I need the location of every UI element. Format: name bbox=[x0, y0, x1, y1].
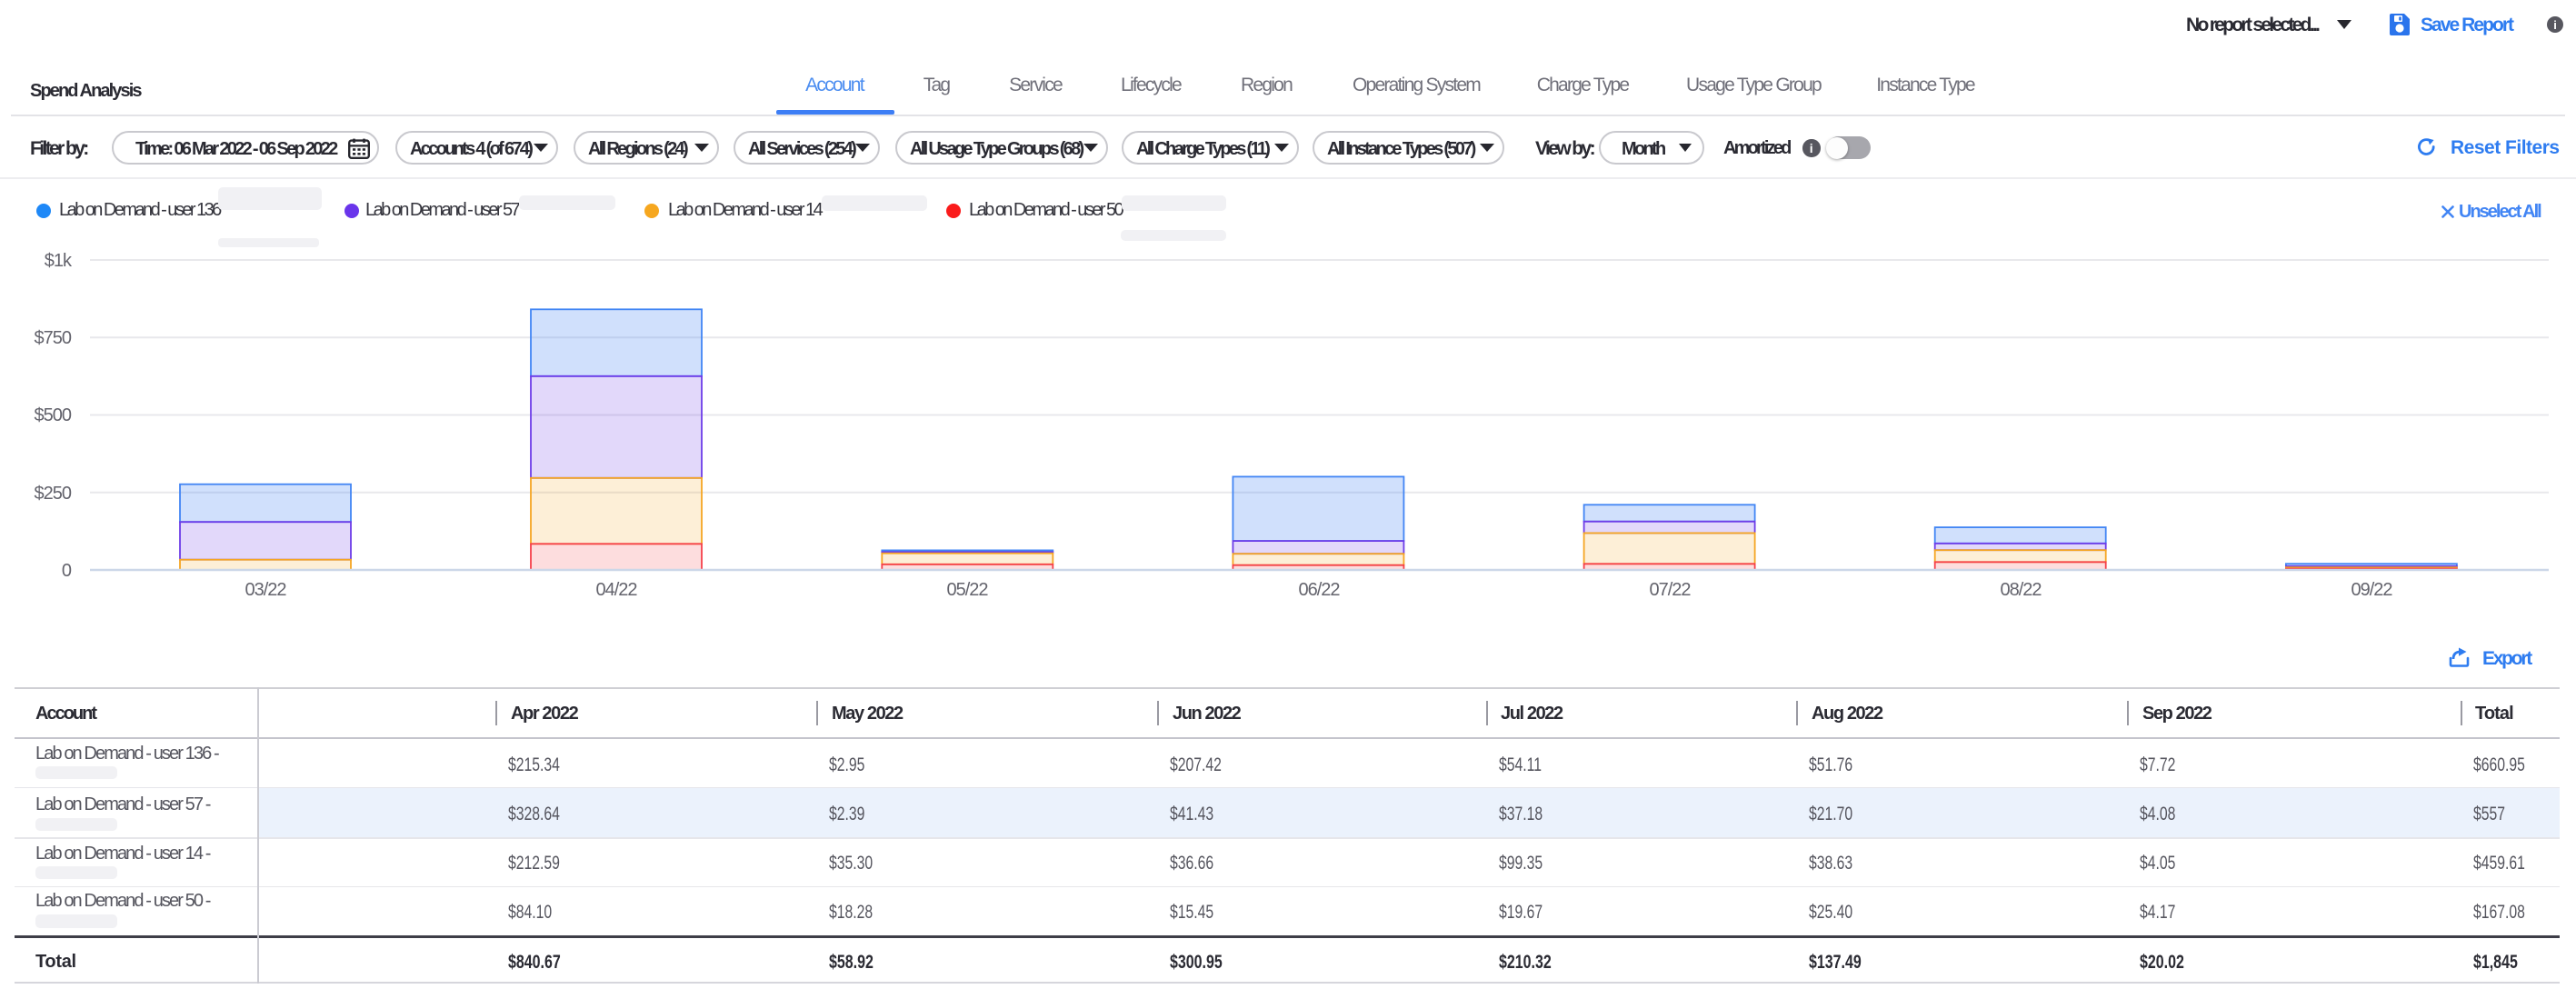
svg-text:$1k: $1k bbox=[45, 251, 73, 271]
svg-text:$500: $500 bbox=[35, 405, 72, 425]
svg-text:03/22: 03/22 bbox=[245, 580, 286, 600]
svg-text:05/22: 05/22 bbox=[946, 580, 988, 600]
svg-text:$750: $750 bbox=[35, 328, 72, 348]
svg-text:$250: $250 bbox=[35, 484, 72, 504]
svg-text:06/22: 06/22 bbox=[1298, 580, 1340, 600]
svg-text:04/22: 04/22 bbox=[595, 580, 637, 600]
svg-text:07/22: 07/22 bbox=[1649, 580, 1691, 600]
svg-text:08/22: 08/22 bbox=[2000, 580, 2042, 600]
svg-text:09/22: 09/22 bbox=[2351, 580, 2392, 600]
svg-text:0: 0 bbox=[62, 561, 72, 581]
